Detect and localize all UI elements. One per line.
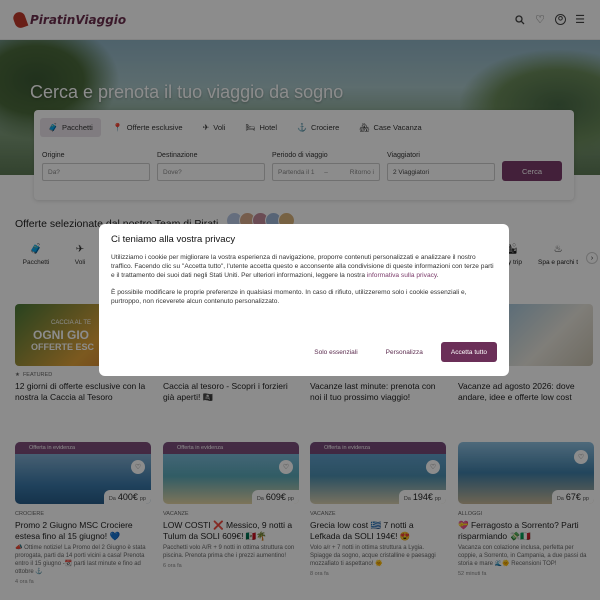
privacy-text-end: . bbox=[436, 272, 439, 279]
privacy-paragraph-1: Utilizziamo i cookie per migliorare la v… bbox=[111, 253, 497, 280]
privacy-paragraph-2: È possibile modificare le proprie prefer… bbox=[111, 289, 467, 305]
privacy-actions: Solo essenziali Personalizza Accetta tut… bbox=[304, 342, 497, 362]
accept-all-button[interactable]: Accetta tutto bbox=[440, 342, 497, 362]
privacy-modal-title: Ci teniamo alla vostra privacy bbox=[111, 234, 236, 245]
privacy-modal: Ci teniamo alla vostra privacy Utilizzia… bbox=[99, 224, 509, 376]
essential-only-button[interactable]: Solo essenziali bbox=[304, 342, 367, 362]
privacy-policy-link[interactable]: informativa sulla privacy bbox=[367, 272, 437, 279]
customize-button[interactable]: Personalizza bbox=[376, 342, 433, 362]
